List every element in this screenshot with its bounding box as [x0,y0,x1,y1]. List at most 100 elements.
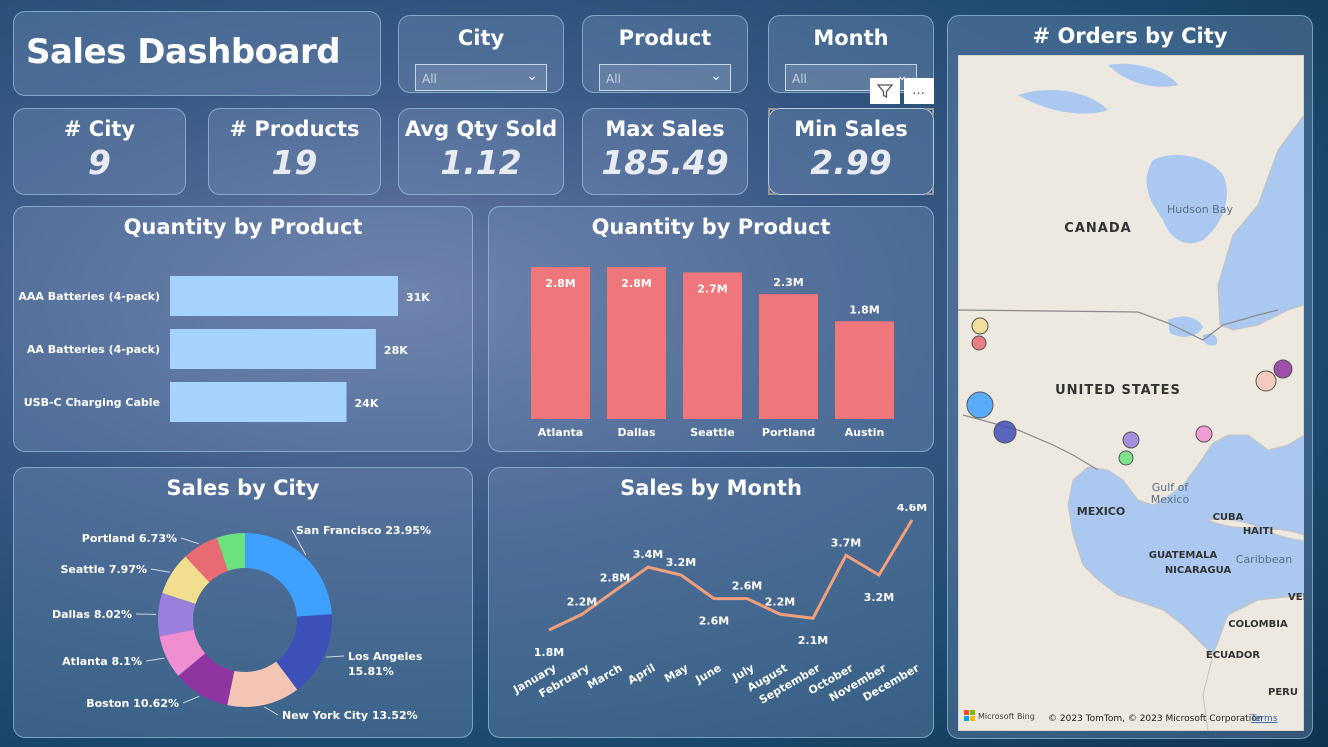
kpi-max-sales-label: Max Sales [605,117,725,141]
hbar-category-label: AAA Batteries (4-pack) [18,290,160,303]
map-copyright: © 2023 TomTom, © 2023 Microsoft Corporat… [1048,714,1262,724]
line-category-label: March [585,661,625,691]
hbar-value-label: 28K [384,344,408,357]
column-value-label: 2.8M [545,277,575,290]
line-value-label: 2.6M [732,580,762,593]
line-category-label: April [626,661,658,687]
line-value-label: 2.2M [765,595,795,608]
city-slicer[interactable]: City All ⌄ [398,15,564,93]
line-value-label: 3.4M [633,548,663,561]
donut-label: Los Angeles 15.81% [348,650,423,678]
map-bubble[interactable] [1122,431,1140,449]
map-canvas[interactable]: CANADA Hudson Bay UNITED STATES Gulf of … [958,55,1304,731]
sales-by-month-panel: Sales by Month 1.8M January 2.2M February 2.… [488,467,934,738]
hbar-chart: AAA Batteries (4-pack) 31K AA Batteries (4… [18,276,430,422]
map-bubble[interactable] [1255,370,1277,392]
hbar-bar[interactable] [170,382,347,422]
map-label-mexico: MEXICO [1077,505,1125,518]
chevron-down-icon[interactable]: ⌄ [526,68,538,84]
product-dropdown[interactable]: All ⌄ [599,64,731,91]
line-value-label: 3.7M [831,536,861,549]
donut-chart-title: Sales by City [166,476,320,500]
map-bubble[interactable] [966,391,994,419]
map-label-vene: VENE [1288,592,1304,603]
map-brand: Microsoft Bing [978,712,1035,721]
map-title: # Orders by City [1032,24,1228,48]
column-category-label: Portland [762,426,815,439]
line-value-label: 2.2M [567,595,597,608]
donut-label: Seattle 7.97% [60,563,147,576]
donut-slice[interactable] [245,533,332,617]
donut-label: San Francisco 23.95% [296,524,431,537]
hbar-category-label: USB-C Charging Cable [24,396,160,409]
kpi-avg-qty: Avg Qty Sold 1.12 [398,108,564,195]
column-bar[interactable] [835,321,894,419]
map-bubble[interactable] [1118,450,1134,466]
kpi-avg-qty-label: Avg Qty Sold [404,117,558,141]
chevron-down-icon[interactable]: ⌄ [710,68,722,84]
hbar-bar[interactable] [170,329,376,369]
map-terms-link[interactable]: Terms [1250,714,1278,724]
line-value-label: 3.2M [864,591,894,604]
resize-handle[interactable] [768,187,776,195]
hbar-value-label: 24K [355,397,379,410]
map-label-caribbean: Caribbean [1236,553,1292,566]
column-chart: 2.8M Atlanta 2.8M Dallas 2.7M Seattle 2.3M Port… [531,267,894,439]
quantity-by-city-column-panel: Quantity by Product 2.8M Atlanta 2.8M Dalla… [488,206,934,452]
line-value-label: 1.8M [534,646,564,659]
donut-label: New York City 13.52% [282,709,418,722]
column-value-label: 2.7M [697,282,727,295]
line-value-label: 3.2M [666,556,696,569]
product-slicer[interactable]: Product All ⌄ [582,15,748,93]
product-slicer-label: Product [618,26,712,50]
line-chart: 1.8MJanuary2.2MFebruary2.8MMarch3.4MApri… [510,504,927,707]
donut-leader-line [182,695,200,704]
donut-leader-line [180,537,200,545]
hbar-chart-title: Quantity by Product [123,215,363,239]
donut-label: Boston 10.62% [86,697,179,710]
map-bubble[interactable] [993,420,1017,444]
map-bubble[interactable] [1273,359,1293,379]
map-bubble[interactable] [1195,425,1213,443]
map-label-mexico-gulf: Mexico [1151,493,1190,506]
donut-leader-line [264,706,279,716]
sales-by-city-panel: Sales by City San Francisco 23.95% Los An… [13,467,473,738]
map-label-ecuador: ECUADOR [1206,650,1261,661]
column-chart-title: Quantity by Product [591,215,831,239]
kpi-city: # City 9 [13,108,186,195]
kpi-city-value: 9 [88,143,111,182]
hbar-bar[interactable] [170,276,398,316]
donut-chart: San Francisco 23.95% Los Angeles 15.81% New… [52,524,431,722]
map-label-colombia: COLOMBIA [1228,619,1288,630]
donut-leader-line [325,655,345,658]
title-card: Sales Dashboard [13,11,381,96]
map-label-united-states: UNITED STATES [1055,383,1181,398]
line-category-label: May [662,661,690,685]
city-dropdown[interactable]: All ⌄ [415,64,547,91]
column-bar[interactable] [759,294,818,419]
hbar-value-label: 31K [406,291,430,304]
map-bubble[interactable] [971,317,989,335]
kpi-products-label: # Products [229,117,360,141]
filter-icon[interactable] [870,78,900,104]
donut-leader-line [145,657,165,662]
resize-handle[interactable] [768,108,776,116]
column-category-label: Seattle [690,426,735,439]
resize-handle[interactable] [926,108,934,116]
page-title: Sales Dashboard [26,32,341,72]
column-value-label: 2.8M [621,277,651,290]
line-chart-title: Sales by Month [620,476,802,500]
kpi-max-sales-value: 185.49 [601,143,729,182]
map-label-nicaragua: NICARAGUA [1165,565,1232,576]
line-category-label: June [693,661,724,686]
more-options-icon[interactable]: … [904,78,934,104]
quantity-by-product-hbar-panel: Quantity by Product AAA Batteries (4-pac… [13,206,473,452]
map-bubble[interactable] [971,335,987,351]
kpi-products: # Products 19 [208,108,381,195]
resize-handle[interactable] [926,187,934,195]
map-label-hudson-bay: Hudson Bay [1167,203,1233,216]
map-label-haiti: HAITI [1243,526,1273,537]
donut-label: Portland 6.73% [82,532,177,545]
column-category-label: Atlanta [538,426,583,439]
kpi-min-sales[interactable]: Min Sales 2.99 [768,108,934,195]
